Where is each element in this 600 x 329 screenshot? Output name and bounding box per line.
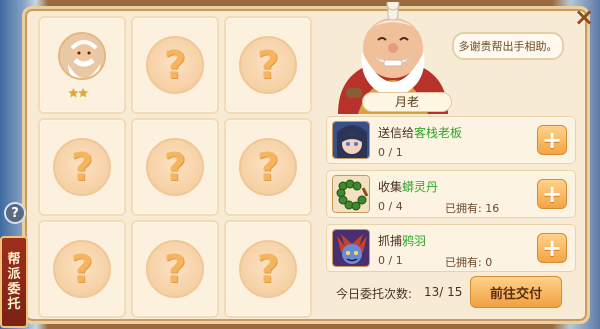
tab-char: 托	[7, 297, 21, 312]
task-row: 抓捕鸦羽 0 / 1 已拥有: 0 +	[326, 224, 576, 272]
unknown-slot-icon: ?	[53, 240, 111, 298]
grid-cell-3[interactable]: ?	[224, 16, 312, 114]
npc-speech-bubble: 多谢贵帮出手相助。	[452, 32, 564, 60]
task-row: 收集蟒灵丹 0 / 4 已拥有: 16 +	[326, 170, 576, 218]
owned-count: 已拥有: 16	[445, 202, 500, 215]
commission-grid: ★★ ? ? ? ? ? ? ? ?	[38, 16, 312, 320]
task-row: 送信给客栈老板 0 / 1 +	[326, 116, 576, 164]
unknown-slot-icon: ?	[146, 240, 204, 298]
task-list: 送信给客栈老板 0 / 1 + 收集蟒灵丹 0 / 4 已拥有: 16 + 抓捕…	[326, 116, 576, 278]
grid-cell-7[interactable]: ?	[38, 220, 126, 318]
grid-cell-1[interactable]: ★★	[38, 16, 126, 114]
beads-item-icon	[332, 175, 370, 213]
add-button[interactable]: +	[537, 125, 567, 155]
owned-count: 已拥有: 0	[445, 256, 493, 269]
close-button[interactable]: ×	[571, 3, 597, 31]
npc-portrait-icon	[58, 32, 106, 80]
grid-cell-6[interactable]: ?	[224, 118, 312, 216]
unknown-slot-icon: ?	[53, 138, 111, 196]
grid-cell-4[interactable]: ?	[38, 118, 126, 216]
task-title: 收集蟒灵丹	[378, 180, 439, 194]
star-rating: ★★	[68, 86, 88, 100]
tab-char: 委	[7, 282, 21, 297]
unknown-slot-icon: ?	[239, 240, 297, 298]
unknown-slot-icon: ?	[239, 138, 297, 196]
unknown-slot-icon: ?	[239, 36, 297, 94]
grid-cell-5[interactable]: ?	[131, 118, 219, 216]
task-title: 抓捕鸦羽	[378, 234, 427, 248]
help-button[interactable]: ?	[4, 202, 26, 224]
unknown-slot-icon: ?	[146, 138, 204, 196]
grid-cell-9[interactable]: ?	[224, 220, 312, 318]
go-submit-button[interactable]: 前往交付	[470, 276, 562, 308]
task-progress: 0 / 1	[378, 146, 403, 159]
task-progress: 0 / 4	[378, 200, 403, 213]
grid-cell-8[interactable]: ?	[131, 220, 219, 318]
tab-char: 帮	[7, 252, 21, 267]
unknown-slot-icon: ?	[146, 36, 204, 94]
daily-commission-label: 今日委托次数:	[336, 287, 413, 301]
guild-commission-tab[interactable]: 帮 派 委 托	[0, 236, 28, 328]
monster-portrait-icon	[332, 229, 370, 267]
innkeeper-portrait-icon	[332, 121, 370, 159]
tab-char: 派	[7, 267, 21, 282]
add-button[interactable]: +	[537, 233, 567, 263]
npc-name-label: 月老	[362, 92, 452, 112]
grid-cell-2[interactable]: ?	[131, 16, 219, 114]
task-progress: 0 / 1	[378, 254, 403, 267]
task-title: 送信给客栈老板	[378, 126, 463, 140]
daily-commission-count: 13/ 15	[424, 285, 463, 299]
add-button[interactable]: +	[537, 179, 567, 209]
